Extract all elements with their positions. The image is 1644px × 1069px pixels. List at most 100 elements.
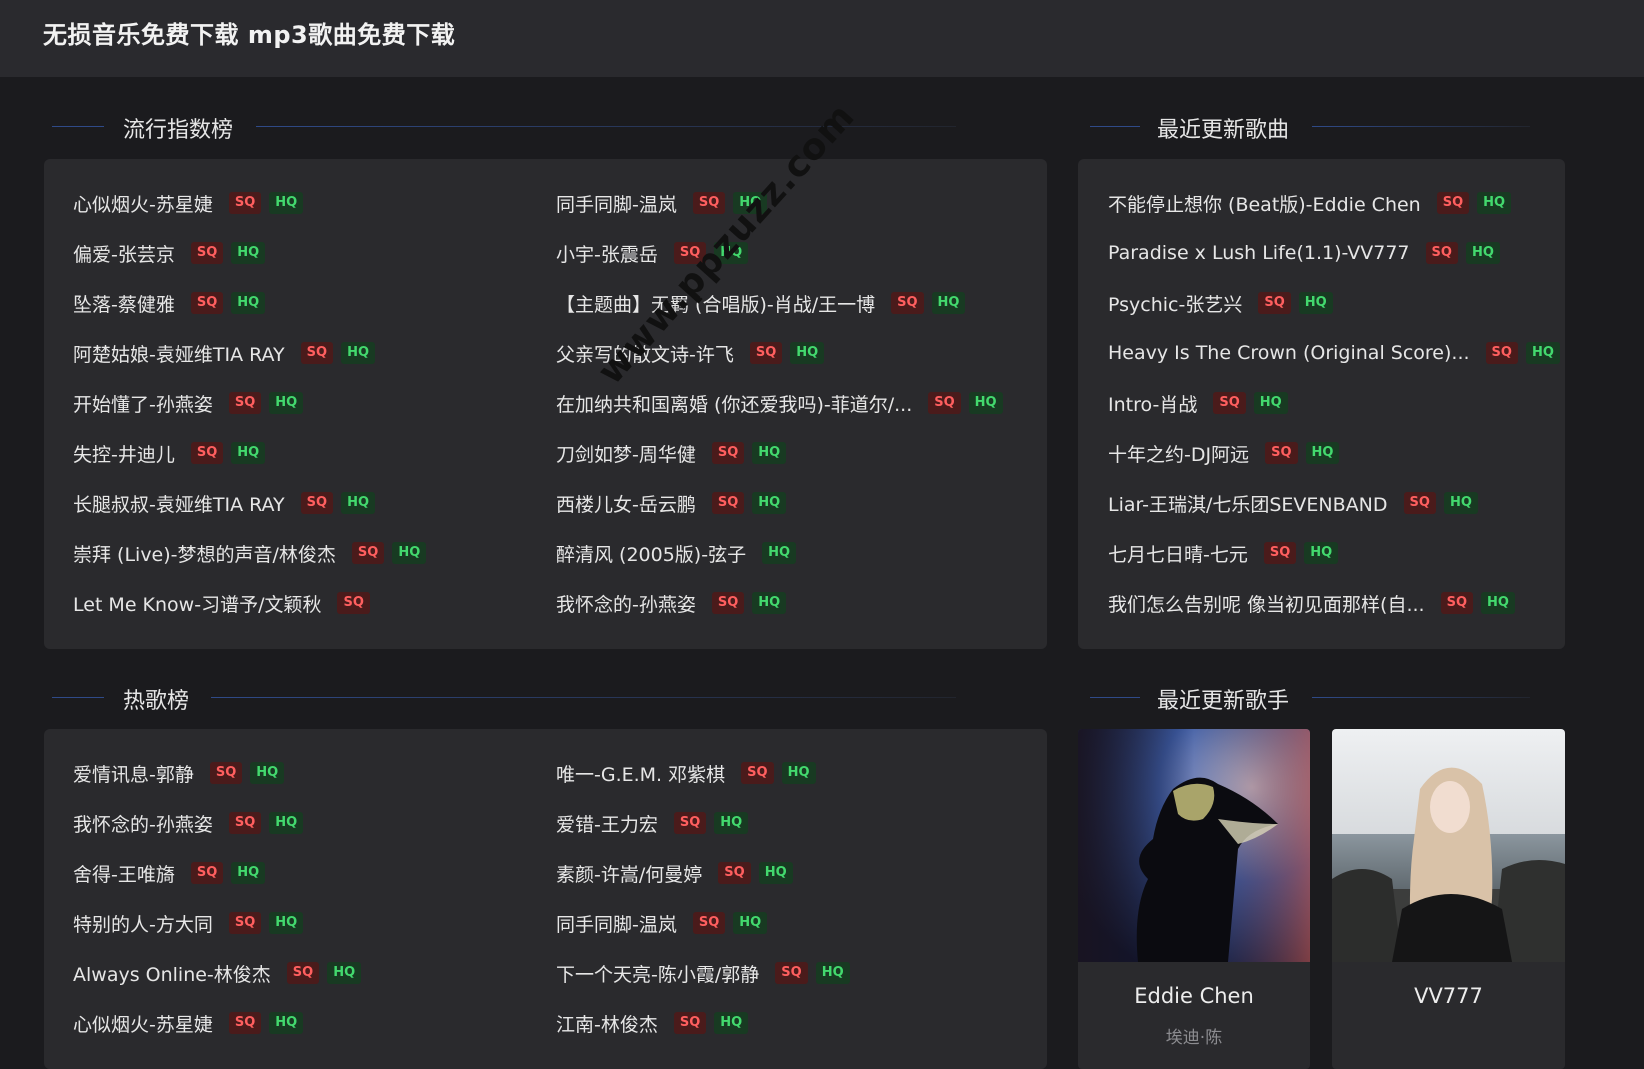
song-item[interactable]: 醉清风 (2005版)-弦子 HQ	[556, 538, 797, 568]
song-title[interactable]: 在加纳共和国离婚 (你还爱我吗)-菲道尔/...	[556, 390, 912, 417]
song-item[interactable]: 我怀念的-孙燕姿 SQ HQ	[73, 808, 304, 838]
sq-badge: SQ	[741, 762, 774, 784]
artist-card[interactable]: VV777	[1332, 729, 1565, 1069]
song-title[interactable]: 素颜-许嵩/何曼婷	[556, 860, 702, 887]
song-title[interactable]: 西楼儿女-岳云鹏	[556, 490, 696, 517]
song-title[interactable]: 同手同脚-温岚	[556, 910, 677, 937]
hq-badge: HQ	[1477, 192, 1512, 214]
song-item[interactable]: 爱错-王力宏 SQ HQ	[556, 808, 749, 838]
song-title[interactable]: 长腿叔叔-袁娅维TIA RAY	[73, 490, 285, 517]
song-item[interactable]: 我们怎么告别呢 像当初见面那样(自... SQ HQ	[1108, 588, 1515, 618]
song-title[interactable]: 唯一-G.E.M. 邓紫棋	[556, 760, 725, 787]
song-item[interactable]: 偏爱-张芸京 SQ HQ	[73, 238, 266, 268]
song-title[interactable]: 舍得-王唯旖	[73, 860, 175, 887]
hot-section-header: 热歌榜	[52, 677, 956, 717]
song-item[interactable]: 开始懂了-孙燕姿 SQ HQ	[73, 388, 304, 418]
song-title[interactable]: 失控-井迪儿	[73, 440, 175, 467]
song-item[interactable]: 素颜-许嵩/何曼婷 SQ HQ	[556, 858, 793, 888]
song-title[interactable]: Let Me Know-习谱予/文颖秋	[73, 590, 321, 617]
song-title[interactable]: 江南-林俊杰	[556, 1010, 658, 1037]
song-item[interactable]: 爱情讯息-郭静 SQ HQ	[73, 758, 285, 788]
song-title[interactable]: 坠落-蔡健雅	[73, 290, 175, 317]
artist-name[interactable]: Eddie Chen	[1078, 984, 1310, 1008]
artist-name[interactable]: VV777	[1332, 984, 1565, 1008]
artist-card[interactable]: Eddie Chen 埃迪·陈	[1078, 729, 1310, 1069]
song-title[interactable]: 我怀念的-孙燕姿	[73, 810, 213, 837]
song-item[interactable]: Paradise x Lush Life(1.1)-VV777 SQ HQ	[1108, 238, 1500, 268]
song-title[interactable]: 我们怎么告别呢 像当初见面那样(自...	[1108, 590, 1425, 617]
song-item[interactable]: 崇拜 (Live)-梦想的声音/林俊杰 SQ HQ	[73, 538, 427, 568]
song-title[interactable]: 刀剑如梦-周华健	[556, 440, 696, 467]
song-item[interactable]: 江南-林俊杰 SQ HQ	[556, 1008, 749, 1038]
song-title[interactable]: 【主题曲】无羁 (合唱版)-肖战/王一博	[556, 290, 875, 317]
song-title[interactable]: 小宇-张震岳	[556, 240, 658, 267]
song-title[interactable]: 醉清风 (2005版)-弦子	[556, 540, 746, 567]
song-title[interactable]: 下一个天亮-陈小霞/郭静	[556, 960, 759, 987]
song-title[interactable]: 我怀念的-孙燕姿	[556, 590, 696, 617]
song-item[interactable]: 西楼儿女-岳云鹏 SQ HQ	[556, 488, 787, 518]
site-title[interactable]: 无损音乐免费下载 mp3歌曲免费下载	[43, 15, 455, 50]
song-title[interactable]: 父亲写的散文诗-许飞	[556, 340, 734, 367]
song-title[interactable]: 阿楚姑娘-袁娅维TIA RAY	[73, 340, 285, 367]
song-title[interactable]: Always Online-林俊杰	[73, 960, 271, 987]
song-title[interactable]: 开始懂了-孙燕姿	[73, 390, 213, 417]
song-title[interactable]: Intro-肖战	[1108, 390, 1197, 417]
song-item[interactable]: 在加纳共和国离婚 (你还爱我吗)-菲道尔/... SQ HQ	[556, 388, 1003, 418]
sq-badge: SQ	[1265, 442, 1298, 464]
sq-badge: SQ	[673, 812, 707, 834]
song-item[interactable]: 七月七日晴-七元 SQ HQ	[1108, 538, 1339, 568]
song-item[interactable]: 我怀念的-孙燕姿 SQ HQ	[556, 588, 787, 618]
song-item[interactable]: 刀剑如梦-周华健 SQ HQ	[556, 438, 787, 468]
song-item[interactable]: Let Me Know-习谱予/文颖秋 SQ	[73, 588, 370, 618]
song-item[interactable]: 同手同脚-温岚 SQ HQ	[556, 188, 768, 218]
song-item[interactable]: 十年之约-DJ阿远 SQ HQ	[1108, 438, 1340, 468]
song-title[interactable]: 爱情讯息-郭静	[73, 760, 194, 787]
sq-badge: SQ	[1425, 242, 1458, 264]
song-item[interactable]: Intro-肖战 SQ HQ	[1108, 388, 1288, 418]
song-item[interactable]: 【主题曲】无羁 (合唱版)-肖战/王一博 SQ HQ	[556, 288, 966, 318]
song-title[interactable]: 崇拜 (Live)-梦想的声音/林俊杰	[73, 540, 336, 567]
song-item[interactable]: 同手同脚-温岚 SQ HQ	[556, 908, 768, 938]
song-title[interactable]: Paradise x Lush Life(1.1)-VV777	[1108, 242, 1410, 264]
hq-badge: HQ	[752, 442, 787, 464]
song-item[interactable]: 坠落-蔡健雅 SQ HQ	[73, 288, 266, 318]
song-item[interactable]: Liar-王瑞淇/七乐团SEVENBAND SQ HQ	[1108, 488, 1478, 518]
sq-badge: SQ	[190, 292, 224, 314]
song-item[interactable]: Heavy Is The Crown (Original Score)... SQ…	[1108, 338, 1560, 368]
song-item[interactable]: 唯一-G.E.M. 邓紫棋 SQ HQ	[556, 758, 816, 788]
song-item[interactable]: Always Online-林俊杰 SQ HQ	[73, 958, 362, 988]
song-item[interactable]: 小宇-张震岳 SQ HQ	[556, 238, 749, 268]
song-item[interactable]: 心似烟火-苏星婕 SQ HQ	[73, 188, 304, 218]
song-item[interactable]: 心似烟火-苏星婕 SQ HQ	[73, 1008, 304, 1038]
song-title[interactable]: 十年之约-DJ阿远	[1108, 440, 1249, 467]
sq-badge: SQ	[928, 392, 961, 414]
song-title[interactable]: 爱错-王力宏	[556, 810, 658, 837]
hq-badge: HQ	[1525, 342, 1560, 364]
song-title[interactable]: 七月七日晴-七元	[1108, 540, 1248, 567]
sq-badge: SQ	[1440, 592, 1473, 614]
sq-badge: SQ	[190, 862, 224, 884]
song-title[interactable]: 特别的人-方大同	[73, 910, 213, 937]
song-item[interactable]: 下一个天亮-陈小霞/郭静 SQ HQ	[556, 958, 850, 988]
song-title[interactable]: Psychic-张艺兴	[1108, 290, 1242, 317]
song-item[interactable]: 父亲写的散文诗-许飞 SQ HQ	[556, 338, 825, 368]
hq-badge: HQ	[1465, 242, 1500, 264]
song-item[interactable]: 特别的人-方大同 SQ HQ	[73, 908, 304, 938]
song-title[interactable]: 同手同脚-温岚	[556, 190, 677, 217]
song-title[interactable]: 心似烟火-苏星婕	[73, 1010, 213, 1037]
song-title[interactable]: 偏爱-张芸京	[73, 240, 175, 267]
sq-badge: SQ	[228, 392, 262, 414]
song-item[interactable]: 长腿叔叔-袁娅维TIA RAY SQ HQ	[73, 488, 376, 518]
song-item[interactable]: Psychic-张艺兴 SQ HQ	[1108, 288, 1333, 318]
song-item[interactable]: 失控-井迪儿 SQ HQ	[73, 438, 266, 468]
song-title[interactable]: Liar-王瑞淇/七乐团SEVENBAND	[1108, 490, 1388, 517]
sq-badge: SQ	[190, 242, 224, 264]
song-title[interactable]: Heavy Is The Crown (Original Score)...	[1108, 342, 1470, 364]
song-title[interactable]: 不能停止想你 (Beat版)-Eddie Chen	[1108, 190, 1421, 217]
song-item[interactable]: 阿楚姑娘-袁娅维TIA RAY SQ HQ	[73, 338, 376, 368]
song-title[interactable]: 心似烟火-苏星婕	[73, 190, 213, 217]
sq-badge: SQ	[300, 492, 334, 514]
song-item[interactable]: 不能停止想你 (Beat版)-Eddie Chen SQ HQ	[1108, 188, 1512, 218]
hq-badge: HQ	[392, 542, 427, 564]
song-item[interactable]: 舍得-王唯旖 SQ HQ	[73, 858, 266, 888]
